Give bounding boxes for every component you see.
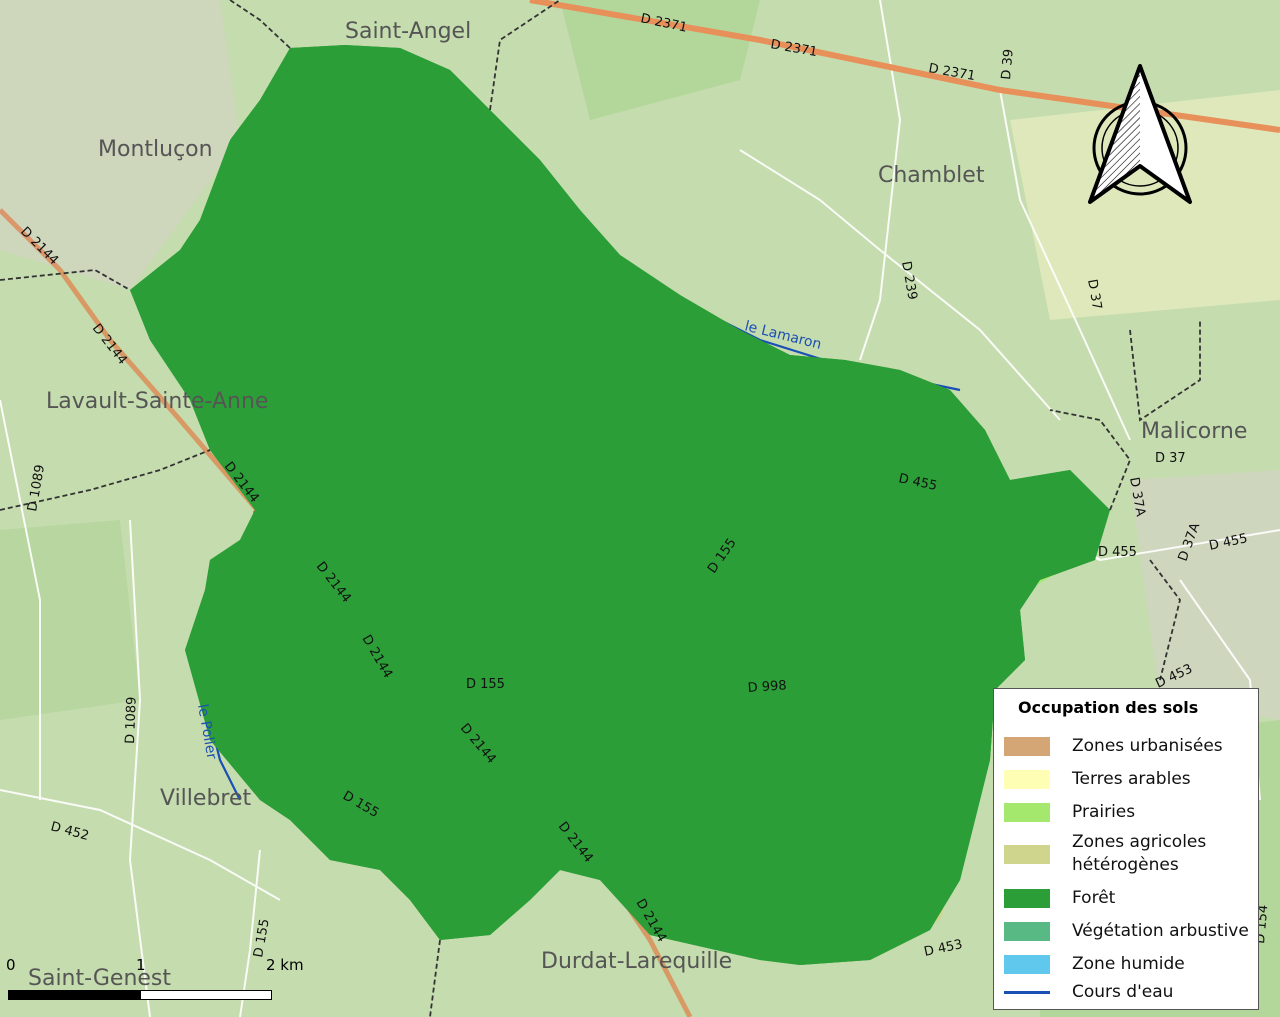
- legend-swatch: [1004, 770, 1050, 789]
- legend-item-meadow: Prairies: [1004, 801, 1254, 824]
- legend-item-arable: Terres arables: [1004, 768, 1254, 791]
- legend-swatch: [1004, 991, 1050, 994]
- legend-swatch: [1004, 737, 1050, 756]
- place-label-0: Saint-Angel: [345, 19, 471, 44]
- legend-swatch: [1004, 844, 1050, 864]
- road-label-3: D 39: [999, 48, 1017, 80]
- legend-item-heterogeneous: Zones agricoles hétérogènes: [1004, 831, 1254, 877]
- place-label-5: Villebret: [160, 786, 252, 811]
- field-west: [0, 520, 140, 720]
- scale-bar: 0 1 2 km: [0, 950, 330, 1010]
- road-label-28: D 1089: [123, 696, 140, 744]
- road-label-26: D 998: [747, 678, 787, 696]
- legend-label: Terres arables: [1072, 769, 1191, 789]
- legend-item-forest: Forêt: [1004, 887, 1254, 910]
- map-stage: Saint-Angel Montluçon Chamblet Lavault-S…: [0, 0, 1280, 1017]
- scale-tick-1: 1: [136, 956, 146, 974]
- legend-title: Occupation des sols: [1018, 698, 1199, 717]
- road-label-23: D 155: [466, 677, 505, 692]
- place-label-3: Lavault-Sainte-Anne: [46, 389, 268, 414]
- legend-label: Prairies: [1072, 802, 1136, 822]
- legend-swatch: [1004, 955, 1050, 974]
- scale-segment-dark: [8, 990, 142, 1000]
- legend-item-wetland: Zone humide: [1004, 953, 1254, 976]
- legend-swatch: [1004, 803, 1050, 822]
- road-label-10: D 455: [1098, 545, 1137, 560]
- legend-label: Cours d'eau: [1072, 982, 1174, 1002]
- legend-label: Zones agricoles hétérogènes: [1072, 832, 1207, 875]
- legend-item-urban: Zones urbanisées: [1004, 735, 1254, 758]
- legend-label: Végétation arbustive: [1072, 921, 1249, 941]
- legend: Occupation des sols Zones urbanisées Ter…: [993, 688, 1259, 1010]
- north-arrow-icon: [1088, 64, 1192, 204]
- scale-segment-light: [140, 990, 272, 1000]
- place-label-4: Malicorne: [1141, 419, 1247, 444]
- legend-swatch: [1004, 889, 1050, 908]
- scale-tick-2: 2 km: [266, 956, 304, 974]
- legend-label: Zone humide: [1072, 954, 1185, 974]
- legend-item-river: Cours d'eau: [1004, 981, 1254, 1004]
- scale-tick-0: 0: [6, 956, 16, 974]
- road-label-6: D 37: [1155, 451, 1186, 466]
- legend-label: Forêt: [1072, 888, 1116, 908]
- legend-item-shrub: Végétation arbustive: [1004, 920, 1254, 943]
- place-label-1: Montluçon: [98, 137, 213, 162]
- place-label-2: Chamblet: [878, 163, 985, 188]
- legend-label: Zones urbanisées: [1072, 736, 1223, 756]
- place-label-7: Durdat-Larequille: [541, 949, 732, 974]
- legend-swatch: [1004, 922, 1050, 941]
